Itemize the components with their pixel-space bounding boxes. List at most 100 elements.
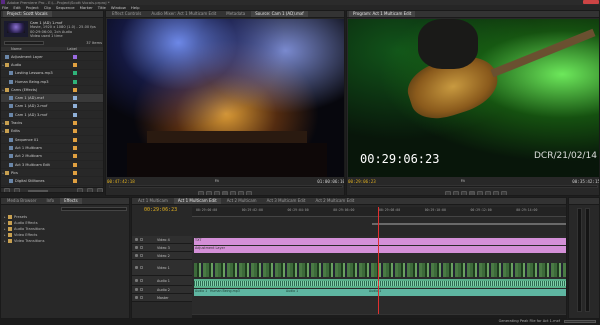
- tab-program[interactable]: Program: Act 1 Multicam Edit: [349, 11, 416, 17]
- project-item[interactable]: ▸ Tracks: [1, 119, 103, 128]
- clip-v4[interactable]: TXT: [194, 238, 566, 245]
- icon-view-button[interactable]: [14, 188, 20, 192]
- tab-source-2[interactable]: Metadata: [222, 11, 249, 17]
- mark-out-button[interactable]: [206, 190, 212, 195]
- effects-search-input[interactable]: [61, 207, 127, 211]
- program-play-button[interactable]: [469, 190, 475, 195]
- insert-button[interactable]: [238, 190, 244, 195]
- tab-sequence-4[interactable]: Act 2 Multicam Edit: [311, 198, 358, 204]
- project-item[interactable]: Cam 1 (AD).mxf: [1, 94, 103, 103]
- extract-button[interactable]: [493, 190, 499, 195]
- project-item[interactable]: ▸ Edits: [1, 128, 103, 136]
- step-forward-button[interactable]: [230, 190, 236, 195]
- delete-button[interactable]: [97, 188, 103, 192]
- project-item[interactable]: Lasting Lessons.mp3: [1, 70, 103, 78]
- clip-v1-multicam[interactable]: [194, 263, 566, 277]
- track-header-audio[interactable]: Master: [132, 294, 192, 302]
- label-color-swatch[interactable]: [73, 112, 77, 117]
- program-fit-select[interactable]: Fit: [461, 179, 465, 183]
- list-view-button[interactable]: [4, 188, 10, 192]
- track-header-video[interactable]: Video 4: [132, 236, 192, 244]
- tab-source-3[interactable]: Source: Cam 1 (AD).mxf: [251, 11, 308, 17]
- speaker-icon[interactable]: [135, 288, 138, 291]
- project-item[interactable]: ▸ Cams (Effects): [1, 86, 103, 95]
- project-item[interactable]: Act 2 Multicam: [1, 153, 103, 161]
- label-color-swatch[interactable]: [73, 137, 77, 142]
- track-header-video[interactable]: Video 2: [132, 252, 192, 260]
- clip-v3[interactable]: Adjustment Layer: [194, 246, 566, 253]
- effects-item[interactable]: ▸ Video Transitions: [4, 238, 128, 244]
- tab-project[interactable]: Project: Scott Vocals: [3, 11, 52, 17]
- program-step-forward-button[interactable]: [477, 190, 483, 195]
- eye-icon[interactable]: [135, 246, 138, 249]
- label-color-swatch[interactable]: [73, 62, 77, 67]
- eye-icon[interactable]: [135, 254, 138, 257]
- source-play-button[interactable]: [222, 190, 228, 195]
- label-color-swatch[interactable]: [73, 154, 77, 159]
- lock-icon[interactable]: [140, 238, 143, 241]
- mark-in-button[interactable]: [198, 190, 204, 195]
- label-color-swatch[interactable]: [73, 162, 77, 167]
- tab-sequence-2[interactable]: Act 2 Multicam: [223, 198, 261, 204]
- project-item[interactable]: Adjustment Layer: [1, 53, 103, 62]
- label-color-swatch[interactable]: [73, 179, 77, 184]
- eye-icon[interactable]: [135, 238, 138, 241]
- clip-a1[interactable]: [194, 279, 566, 288]
- tab-effects-2[interactable]: Effects: [60, 198, 82, 204]
- speaker-icon[interactable]: [135, 296, 138, 299]
- lock-icon[interactable]: [140, 279, 143, 282]
- track-header-video[interactable]: Video 3: [132, 244, 192, 252]
- project-item[interactable]: Cam 1 (AD) 3.mxf: [1, 111, 103, 120]
- source-scrub-bar[interactable]: [109, 185, 343, 188]
- timeline-horizontal-scrollbar[interactable]: [192, 314, 566, 318]
- project-item[interactable]: Act 1 Multicam: [1, 144, 103, 153]
- label-color-swatch[interactable]: [73, 170, 77, 175]
- project-item[interactable]: Digital Stilltones: [1, 177, 103, 186]
- source-fit-select[interactable]: Fit: [215, 179, 219, 183]
- source-timecode-current[interactable]: 00:47:42:18: [107, 179, 135, 184]
- track-header-audio[interactable]: Audio 1: [132, 276, 192, 286]
- export-frame-button[interactable]: [501, 190, 507, 195]
- timeline-ruler[interactable]: 00:29:00:00 00:29:02:00 00:29:04:00 00:29:0…: [192, 207, 566, 217]
- tab-effects-1[interactable]: Info: [43, 198, 59, 204]
- playhead[interactable]: [378, 207, 379, 315]
- label-color-swatch[interactable]: [73, 129, 77, 134]
- step-back-button[interactable]: [214, 190, 220, 195]
- zoom-slider[interactable]: [28, 189, 48, 192]
- overwrite-button[interactable]: [246, 190, 252, 195]
- column-name[interactable]: Name: [11, 47, 22, 51]
- project-search-input[interactable]: [4, 40, 44, 45]
- tab-source-1[interactable]: Audio Mixer: Act 1 Multicam Edit: [147, 11, 220, 17]
- program-timecode-current[interactable]: 00:29:06:23: [348, 179, 376, 184]
- program-mark-out-button[interactable]: [453, 190, 459, 195]
- label-color-swatch[interactable]: [73, 79, 77, 84]
- new-bin-button[interactable]: [77, 188, 83, 192]
- project-item[interactable]: ▸ Pics: [1, 169, 103, 178]
- tab-sequence-0[interactable]: Act 1 Multicam: [134, 198, 172, 204]
- lock-icon[interactable]: [140, 296, 143, 299]
- label-color-swatch[interactable]: [73, 121, 77, 126]
- label-color-swatch[interactable]: [73, 87, 77, 92]
- project-item[interactable]: ▸ Audio: [1, 61, 103, 70]
- work-area-bar[interactable]: [372, 223, 566, 225]
- tab-sequence-1[interactable]: Act 1 Multicam Edit: [173, 198, 221, 204]
- tab-source-0[interactable]: Effect Controls: [108, 11, 145, 17]
- clip-a2[interactable]: Audio 1 Human Being.mp3 Audio 1 Audio 1: [194, 289, 566, 296]
- new-item-button[interactable]: [87, 188, 93, 192]
- project-item[interactable]: Sequence 01: [1, 136, 103, 145]
- label-color-swatch[interactable]: [73, 96, 77, 101]
- label-color-swatch[interactable]: [73, 145, 77, 150]
- lock-icon[interactable]: [140, 288, 143, 291]
- project-item[interactable]: Act 3 Multicam Edit: [1, 161, 103, 170]
- eye-icon[interactable]: [135, 266, 138, 269]
- program-step-back-button[interactable]: [461, 190, 467, 195]
- label-color-swatch[interactable]: [73, 54, 77, 59]
- track-header-video[interactable]: Video 1: [132, 260, 192, 276]
- speaker-icon[interactable]: [135, 279, 138, 282]
- tab-sequence-3[interactable]: Act 3 Multicam Edit: [263, 198, 310, 204]
- track-header-audio[interactable]: Audio 2: [132, 286, 192, 294]
- lift-button[interactable]: [485, 190, 491, 195]
- column-label[interactable]: Label: [67, 47, 77, 51]
- lock-icon[interactable]: [140, 266, 143, 269]
- tab-effects-0[interactable]: Media Browser: [3, 198, 41, 204]
